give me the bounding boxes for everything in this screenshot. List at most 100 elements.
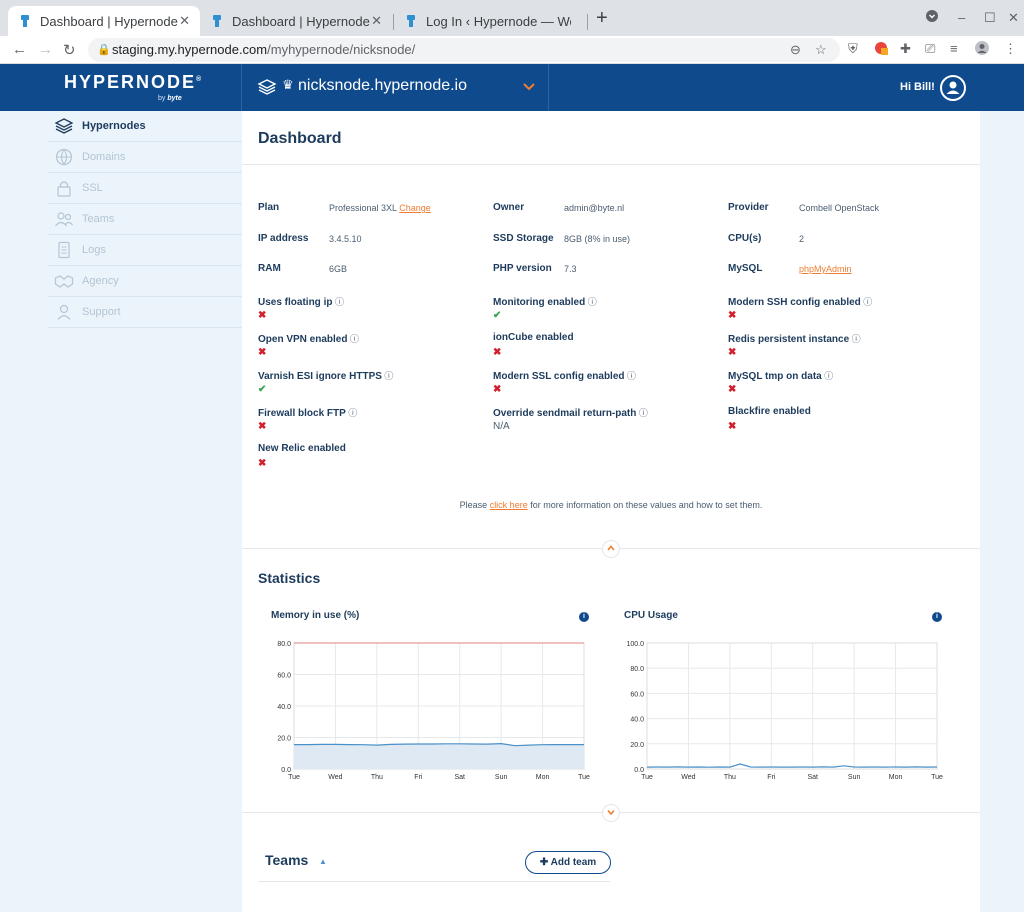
collapse-toggle-button[interactable]	[602, 540, 620, 558]
sidebar-item-domains[interactable]: Domains	[48, 142, 242, 173]
forward-arrow-icon[interactable]: →	[38, 41, 53, 58]
zoom-icon[interactable]: ⊖	[790, 38, 801, 62]
sidebar-item-teams[interactable]: Teams	[48, 204, 242, 235]
flag-label-text: Firewall block FTP	[258, 408, 346, 419]
flag-label: Uses floating ip ⓘ	[258, 295, 344, 308]
sidebar-item-ssl[interactable]: SSL	[48, 173, 242, 204]
info-icon[interactable]: ⓘ	[636, 408, 648, 418]
add-team-button[interactable]: ✚ Add team	[525, 851, 611, 874]
php-value: 7.3	[564, 264, 577, 274]
browser-tab[interactable]: Dashboard | Hypernode ✕	[200, 6, 392, 36]
flag-label-text: Monitoring enabled	[493, 297, 586, 308]
info-icon[interactable]: ⓘ	[332, 297, 344, 307]
cpu-label: CPU(s)	[728, 233, 762, 244]
bookmark-star-icon[interactable]: ☆	[815, 38, 827, 62]
back-arrow-icon[interactable]: ←	[12, 41, 27, 58]
y-tick-label: 0.0	[281, 767, 291, 774]
extension-badge-icon[interactable]	[874, 41, 888, 58]
x-tick-label: Sun	[848, 774, 861, 781]
flag-label-text: Modern SSL config enabled	[493, 371, 625, 382]
logo-subtitle: by byte	[158, 95, 182, 102]
x-tick-label: Fri	[767, 774, 776, 781]
crown-icon: ♛	[282, 77, 294, 92]
ip-value: 3.4.5.10	[329, 234, 362, 244]
click-here-link[interactable]: click here	[490, 500, 528, 510]
close-icon[interactable]: ✕	[179, 13, 190, 29]
url-field[interactable]: 🔒 staging.my.hypernode.com/myhypernode/n…	[88, 38, 840, 62]
reload-icon[interactable]: ↻	[63, 41, 76, 59]
info-note: Please click here for more information o…	[242, 500, 980, 510]
y-tick-label: 40.0	[277, 704, 291, 711]
media-queue-icon[interactable]: ≡	[950, 41, 958, 56]
memory-chart: 0.0 20.0 40.0 60.0 80.0 Tue Wed Thu Fri Sat Sun Mon…	[277, 641, 590, 781]
lock-icon	[54, 179, 74, 197]
url-host: staging.my.hypernode.com	[112, 42, 268, 57]
statistics-title: Statistics	[258, 570, 321, 586]
puzzle-extensions-icon[interactable]: ✚	[900, 41, 911, 57]
layers-icon	[54, 117, 74, 135]
minimize-icon[interactable]: –	[958, 10, 965, 25]
y-tick-label: 20.0	[630, 742, 644, 749]
page-title: Dashboard	[258, 130, 342, 147]
info-icon[interactable]: ⓘ	[382, 371, 393, 381]
info-icon[interactable]: ⓘ	[861, 297, 872, 307]
sidebar-item-hypernodes[interactable]: Hypernodes	[48, 111, 242, 142]
hypernode-logo[interactable]: HYPERNODE®	[64, 72, 203, 93]
close-icon[interactable]: ✕	[371, 13, 382, 29]
maximize-icon[interactable]: ☐	[984, 10, 996, 26]
x-tick-label: Wed	[328, 774, 342, 781]
divider	[242, 164, 980, 165]
info-icon[interactable]: i	[579, 612, 589, 622]
logo-sub-brand: byte	[167, 95, 182, 102]
x-tick-label: Thu	[724, 774, 736, 781]
ssd-value: 8GB (8% in use)	[564, 234, 631, 244]
owner-label: Owner	[493, 202, 525, 213]
sort-icon[interactable]: ▲	[319, 857, 327, 866]
info-icon[interactable]: ⓘ	[347, 334, 359, 344]
globe-icon	[54, 148, 74, 166]
cross-icon: ✖	[493, 347, 502, 358]
flag-label: Override sendmail return-path ⓘ	[493, 406, 648, 419]
sidebar-item-agency[interactable]: Agency	[48, 266, 242, 297]
expand-toggle-button[interactable]	[602, 804, 620, 822]
tab-title: Dashboard | Hypernode	[40, 13, 178, 29]
browser-tab[interactable]: Dashboard | Hypernode ✕	[8, 6, 200, 36]
info-icon[interactable]: i	[932, 612, 942, 622]
flag-label: MySQL tmp on data ⓘ	[728, 369, 833, 382]
tab-divider	[587, 14, 588, 30]
x-tick-label: Sat	[807, 774, 818, 781]
browser-tab[interactable]: Log In ‹ Hypernode — Wo	[394, 6, 586, 36]
owner-value: admin@byte.nl	[564, 203, 625, 213]
flag-value: N/A	[493, 421, 510, 432]
hypernode-selector[interactable]: ♛ nicksnode.hypernode.io	[243, 64, 549, 111]
note-text: Please	[459, 500, 490, 510]
series-line	[646, 763, 938, 768]
change-plan-link[interactable]: Change	[399, 203, 431, 213]
logo-text: HYPERNODE	[64, 72, 197, 92]
plan-value: Professional 3XL Change	[329, 203, 431, 213]
info-icon[interactable]: ⓘ	[849, 334, 861, 344]
sidebar-item-support[interactable]: Support	[48, 297, 242, 328]
info-icon[interactable]: ⓘ	[585, 297, 597, 307]
info-icon[interactable]: ⓘ	[346, 408, 357, 418]
profile-icon[interactable]	[975, 41, 989, 58]
cast-icon[interactable]: ⎚	[925, 41, 935, 57]
sidebar-item-label: Domains	[82, 151, 126, 163]
close-window-icon[interactable]: ✕	[1008, 10, 1019, 26]
menu-dots-icon[interactable]: ⋮	[1004, 41, 1017, 57]
cpu-chart-title: CPU Usage	[624, 610, 678, 621]
sidebar-item-logs[interactable]: Logs	[48, 235, 242, 266]
phpmyadmin-link[interactable]: phpMyAdmin	[799, 264, 852, 274]
memory-chart-title: Memory in use (%)	[271, 610, 360, 621]
chevron-down-icon[interactable]	[926, 10, 938, 25]
flag-label: Monitoring enabled ⓘ	[493, 295, 597, 308]
tab-title: Log In ‹ Hypernode — Wo	[426, 13, 571, 29]
user-avatar-icon[interactable]	[940, 75, 966, 101]
new-tab-button[interactable]: +	[596, 8, 608, 28]
y-tick-label: 20.0	[277, 736, 291, 743]
info-icon[interactable]: ⓘ	[625, 371, 636, 381]
x-tick-label: Fri	[414, 774, 423, 781]
shield-extension-icon[interactable]: ⛨	[848, 41, 858, 57]
flag-label: Varnish ESI ignore HTTPS ⓘ	[258, 369, 393, 382]
info-icon[interactable]: ⓘ	[822, 371, 833, 381]
